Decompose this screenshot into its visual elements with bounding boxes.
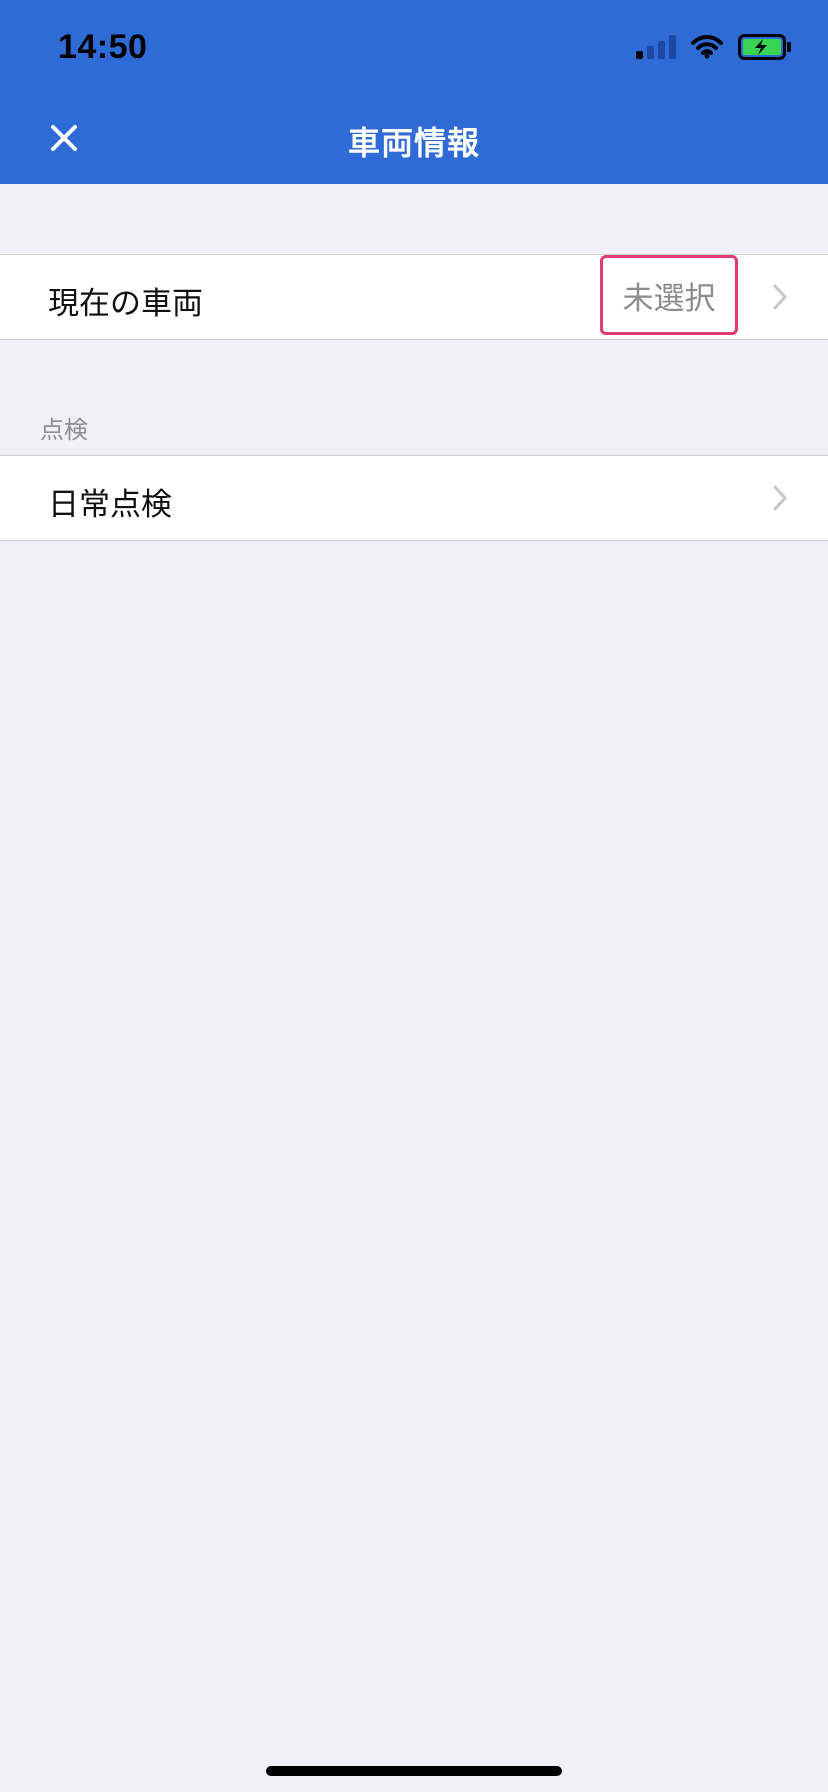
chevron-right-icon [773,284,787,310]
chevron-right-icon [773,485,787,511]
inspection-section-header: 点検 [40,416,88,444]
status-icons [636,34,794,60]
current-vehicle-value: 未選択 [622,280,716,317]
current-vehicle-value-highlight: 未選択 [600,255,738,335]
signal-icon [636,35,676,59]
wifi-icon [690,35,724,59]
daily-inspection-row[interactable]: 日常点検 [0,455,828,541]
daily-inspection-label: 日常点検 [48,487,172,523]
page-title: 車両情報 [347,124,480,162]
current-vehicle-row[interactable]: 現在の車両 未選択 [0,254,828,340]
home-indicator [266,1766,562,1776]
status-time: 14:50 [58,28,148,66]
current-vehicle-label: 現在の車両 [48,286,203,322]
battery-charging-icon [738,34,794,60]
app-header: 14:50 車両情報 [0,0,828,184]
